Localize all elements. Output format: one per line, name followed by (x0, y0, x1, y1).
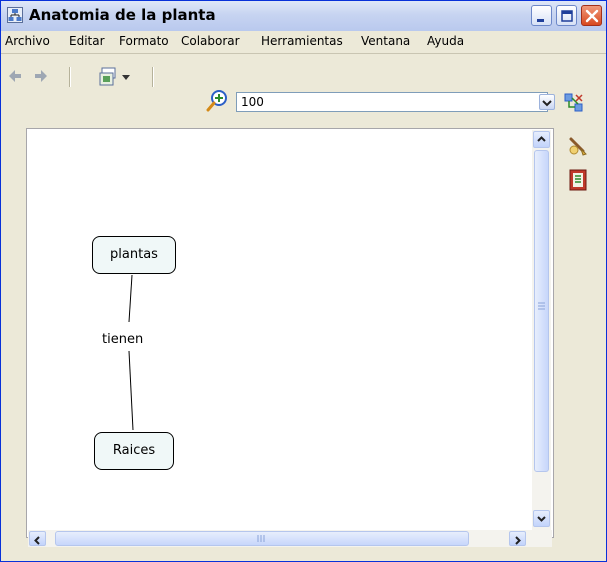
view-dropdown-icon[interactable] (122, 75, 130, 81)
scroll-down-icon (537, 516, 546, 522)
concept-node[interactable]: plantas (92, 236, 176, 274)
toolbar-separator (69, 67, 71, 87)
forward-arrow-icon[interactable] (33, 68, 49, 84)
zoom-input[interactable]: 100 (236, 92, 548, 112)
menu-archivo[interactable]: Archivo (5, 34, 50, 48)
scroll-down-button[interactable] (533, 510, 550, 527)
scroll-left-icon (34, 536, 40, 545)
menu-colaborar[interactable]: Colaborar (181, 34, 240, 48)
window-title: Anatomia de la planta (29, 6, 216, 24)
scroll-right-icon (515, 536, 521, 545)
menu-editar[interactable]: Editar (69, 34, 105, 48)
horizontal-scroll-thumb[interactable] (55, 531, 469, 546)
chevron-down-icon (542, 100, 552, 107)
close-icon (585, 9, 599, 23)
scroll-up-icon (537, 136, 546, 142)
zoom-dropdown-button[interactable] (539, 94, 555, 110)
concept-node[interactable]: Raices (94, 432, 174, 470)
toolbar-separator (152, 67, 154, 87)
minimize-icon (537, 19, 544, 22)
maximize-button[interactable] (556, 5, 577, 26)
title-bar[interactable]: Anatomia de la planta (1, 1, 606, 32)
menu-ventana[interactable]: Ventana (361, 34, 410, 48)
notes-book-icon[interactable] (569, 169, 587, 191)
concept-map-canvas[interactable]: plantas tienen Raices (26, 128, 554, 538)
app-icon (7, 7, 23, 23)
menu-formato[interactable]: Formato (119, 34, 169, 48)
minimize-button[interactable] (531, 5, 552, 26)
vertical-scroll-thumb[interactable] (534, 150, 549, 472)
close-button[interactable] (581, 5, 602, 26)
scroll-left-button[interactable] (29, 531, 46, 546)
grip-icon (538, 302, 545, 310)
zoom-icon[interactable] (206, 89, 230, 113)
scroll-right-button[interactable] (509, 531, 526, 546)
back-arrow-icon[interactable] (7, 68, 23, 84)
link-phrase[interactable]: tienen (102, 332, 143, 347)
grip-icon (257, 535, 265, 542)
menu-herramientas[interactable]: Herramientas (261, 34, 343, 48)
toolbar: 100 (1, 54, 606, 128)
styles-palette-icon[interactable] (567, 135, 589, 157)
menu-bar: Archivo Editar Formato Colaborar Herrami… (1, 31, 606, 54)
maximize-icon (561, 10, 573, 22)
network-icon[interactable] (563, 92, 585, 114)
app-window: Anatomia de la planta Archivo Editar For… (0, 0, 607, 562)
scroll-up-button[interactable] (533, 131, 550, 148)
menu-ayuda[interactable]: Ayuda (427, 34, 464, 48)
view-options-icon[interactable] (99, 67, 119, 87)
